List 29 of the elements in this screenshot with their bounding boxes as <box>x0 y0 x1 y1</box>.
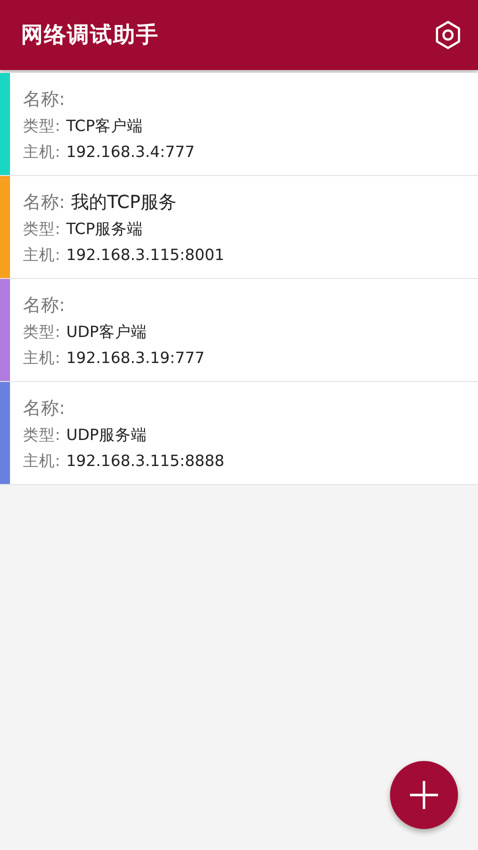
host-label: 主机: <box>23 245 60 266</box>
name-label: 名称: <box>23 294 66 317</box>
type-value: UDP客户端 <box>66 322 147 343</box>
app-title: 网络调试助手 <box>21 22 159 50</box>
type-value: TCP服务端 <box>66 219 143 240</box>
connection-card[interactable]: 名称: 类型: UDP客户端 主机: 192.168.3.19:777 <box>0 279 478 382</box>
host-value: 192.168.3.4:777 <box>66 143 195 161</box>
type-label: 类型: <box>23 116 60 137</box>
plus-icon <box>409 780 439 810</box>
host-value: 192.168.3.115:8888 <box>66 452 224 470</box>
add-button[interactable] <box>390 761 458 829</box>
name-label: 名称: <box>23 191 66 214</box>
type-label: 类型: <box>23 425 60 446</box>
name-label: 名称: <box>23 88 66 111</box>
host-label: 主机: <box>23 348 60 369</box>
connection-card[interactable]: 名称: 类型: TCP客户端 主机: 192.168.3.4:777 <box>0 73 478 176</box>
host-label: 主机: <box>23 451 60 472</box>
type-label: 类型: <box>23 219 60 240</box>
name-value: 我的TCP服务 <box>71 191 176 214</box>
host-value: 192.168.3.115:8001 <box>66 246 224 264</box>
type-value: UDP服务端 <box>66 425 147 446</box>
settings-icon[interactable] <box>434 20 462 50</box>
connection-card[interactable]: 名称: 我的TCP服务 类型: TCP服务端 主机: 192.168.3.115:8001 <box>0 176 478 279</box>
type-value: TCP客户端 <box>66 116 143 137</box>
host-label: 主机: <box>23 142 60 163</box>
connection-card[interactable]: 名称: 类型: UDP服务端 主机: 192.168.3.115:8888 <box>0 382 478 485</box>
host-value: 192.168.3.19:777 <box>66 349 205 367</box>
name-label: 名称: <box>23 397 66 420</box>
type-label: 类型: <box>23 322 60 343</box>
